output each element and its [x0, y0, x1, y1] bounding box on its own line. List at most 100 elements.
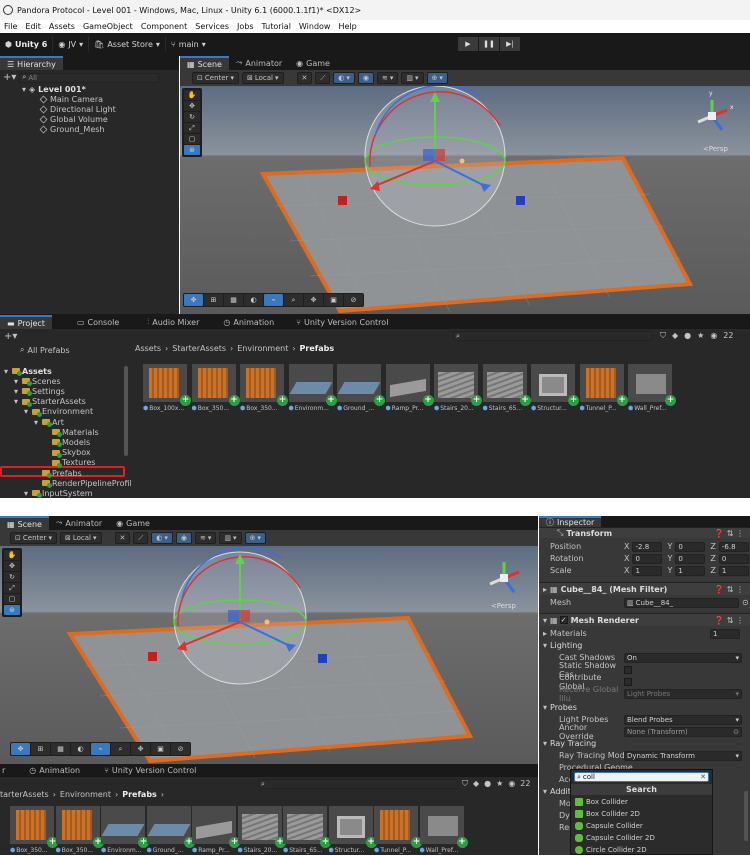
- scale-z-field[interactable]: 1: [718, 565, 749, 576]
- hierarchy-item-main-camera[interactable]: Main Camera: [39, 94, 103, 104]
- cast-shadows-dropdown[interactable]: On ▾: [624, 652, 742, 663]
- asset-tile[interactable]: + ⬢ Tunnel_P...: [579, 364, 628, 412]
- add-icon[interactable]: +▾: [3, 72, 16, 83]
- folder-tree-item[interactable]: Skybox: [44, 448, 91, 458]
- position-y-field[interactable]: 0: [675, 541, 706, 552]
- filter-type-icon[interactable]: ⛉: [462, 779, 468, 789]
- menu-file[interactable]: File: [4, 22, 17, 31]
- asset-tile[interactable]: + ⬢ Box_100x...: [143, 364, 191, 412]
- transform-tool-button[interactable]: ⊛: [184, 145, 200, 155]
- effects-dropdown[interactable]: ▥ ▾: [401, 72, 424, 84]
- hierarchy-scene-row[interactable]: ▾ ◈ Level 001*: [22, 84, 86, 94]
- visibility-icon[interactable]: ◉: [508, 779, 515, 789]
- tab-project[interactable]: ▬ Project: [0, 315, 52, 329]
- folder-tree-item[interactable]: Materials: [44, 427, 99, 438]
- folder-tree-item[interactable]: ▾ Art: [34, 417, 64, 427]
- breadcrumb-prefabs[interactable]: Prefabs: [300, 344, 335, 353]
- layers-dropdown-2[interactable]: ≋ ▾: [195, 532, 217, 544]
- overlay-pattern-button[interactable]: ▦: [224, 294, 243, 306]
- rotation-y-field[interactable]: 0: [675, 553, 706, 564]
- space-dropdown[interactable]: ⊠ Local ▾: [241, 72, 284, 84]
- asset-tile[interactable]: + ⬢ Wall_Pref...: [419, 806, 468, 854]
- scale-tool-button-2[interactable]: ⤢: [4, 583, 20, 593]
- hand-tool-button[interactable]: ✋: [184, 90, 200, 100]
- asset-tile[interactable]: + ⬢ Ramp_Pr...: [192, 806, 240, 854]
- asset-tile[interactable]: + ⬢ Box_350...: [10, 806, 58, 854]
- project-add-button[interactable]: +▾: [4, 331, 17, 342]
- overlay-pattern-button-2[interactable]: ▦: [51, 743, 70, 755]
- asset-tile[interactable]: + ⬢ Box_350...: [191, 364, 240, 412]
- component-box-collider-2d[interactable]: Box Collider 2D: [575, 808, 640, 820]
- draw-mode-dropdown[interactable]: ◐ ▾: [333, 72, 355, 84]
- mesh-renderer-header[interactable]: ▾ ▦ ✓ Mesh Renderer ❓ ⇅ ⋮: [539, 613, 750, 626]
- tab-hierarchy[interactable]: ☰ Hierarchy: [0, 56, 63, 70]
- component-capsule-collider[interactable]: Capsule Collider: [575, 820, 643, 832]
- asset-tile[interactable]: + ⬢ Environm...: [288, 364, 337, 412]
- orientation-gizmo-2[interactable]: [484, 558, 524, 598]
- rotate-tool-button[interactable]: ↻: [184, 112, 200, 122]
- info-icon[interactable]: ●: [684, 331, 691, 341]
- play-button[interactable]: ▶: [458, 37, 478, 51]
- asset-tile[interactable]: + ⬢ Ground_...: [337, 364, 385, 412]
- hand-tool-button-2[interactable]: ✋: [4, 550, 20, 560]
- transform-header[interactable]: ⤡ Transform ❓ ⇅ ⋮: [539, 527, 750, 538]
- overlay-move2-button-2[interactable]: ✥: [131, 743, 150, 755]
- overlay-search-button-2[interactable]: ⌕: [111, 743, 130, 755]
- menu-gameobject[interactable]: GameObject: [83, 22, 133, 31]
- visibility-toggle[interactable]: ◉: [357, 72, 375, 84]
- move-tool-button-2[interactable]: ✥: [4, 561, 20, 571]
- filter-type-icon[interactable]: ⛉: [660, 331, 666, 341]
- asset-tile[interactable]: + ⬢ Stairs_65...: [482, 364, 531, 412]
- position-z-field[interactable]: -6.8: [718, 541, 749, 552]
- overlay-brush-button[interactable]: ⌁: [264, 294, 283, 306]
- clear-icon[interactable]: ✕: [700, 773, 706, 781]
- folder-tree-item[interactable]: Prefabs: [34, 468, 82, 478]
- project-search-input-2[interactable]: ⌕: [258, 779, 458, 789]
- tab-inspector[interactable]: ⓘ Inspector: [539, 516, 602, 527]
- light-probes-dropdown[interactable]: Blend Probes ▾: [624, 714, 742, 725]
- tab-game-2[interactable]: ◉ Game: [109, 516, 157, 530]
- anchor-override-field[interactable]: None (Transform) ⊙: [624, 726, 742, 737]
- menu-assets[interactable]: Assets: [49, 22, 75, 31]
- tab-audio-mixer[interactable]: ⫶ Audio Mixer: [140, 315, 206, 329]
- project-search-input[interactable]: ⌕: [453, 331, 653, 341]
- ray-tracing-mode-dropdown[interactable]: Dynamic Transform ▾: [624, 750, 742, 761]
- asset-tile[interactable]: + ⬢ Environm...: [101, 806, 149, 854]
- visibility-toggle-2[interactable]: ◉: [175, 532, 193, 544]
- rotation-x-field[interactable]: 0: [632, 553, 663, 564]
- overlay-settings-button-2[interactable]: ⊘: [171, 743, 190, 755]
- tree-scrollbar[interactable]: [124, 366, 128, 456]
- folder-tree-item[interactable]: RenderPipelineProfil: [34, 478, 132, 489]
- materials-row[interactable]: ▸ Materials 1: [539, 628, 750, 639]
- scene-viewport[interactable]: ✋ ✥ ↻ ⤢ ▢ ⊛ y x <Persp ✥ ⊞ ▦ ◐ ⌁ ⌕ ✥ ▣ ⊘: [180, 86, 750, 314]
- tab-version-control-2[interactable]: ⑂ Unity Version Control: [97, 763, 203, 777]
- folder-tree-item[interactable]: Textures: [44, 458, 95, 468]
- asset-tile[interactable]: + ⬢ Stairs_20...: [434, 364, 482, 412]
- space-dropdown-2[interactable]: ⊠ Local ▾: [59, 532, 102, 544]
- tab-animation[interactable]: ◷ Animation: [216, 315, 281, 329]
- hierarchy-search-input[interactable]: ⌕ All: [19, 72, 160, 83]
- folder-tree-item[interactable]: ▾ Environment: [24, 407, 93, 417]
- rotation-z-field[interactable]: 0: [718, 553, 749, 564]
- grid-snap-button[interactable]: ✕: [296, 72, 313, 84]
- overlay-grid-button[interactable]: ⊞: [204, 294, 223, 306]
- tab-truncated[interactable]: r: [0, 763, 12, 777]
- overlay-settings-button[interactable]: ⊘: [344, 294, 363, 306]
- visibility-icon[interactable]: ◉: [710, 331, 717, 341]
- grid-snap-button-2[interactable]: ✕: [114, 532, 131, 544]
- overlay-shading-button[interactable]: ◐: [244, 294, 263, 306]
- hierarchy-item-global-volume[interactable]: Global Volume: [39, 114, 108, 124]
- menu-jobs[interactable]: Jobs: [237, 22, 254, 31]
- breadcrumb-assets[interactable]: Assets: [135, 344, 161, 353]
- menu-tutorial[interactable]: Tutorial: [262, 22, 291, 31]
- transform-tool-button-2[interactable]: ⊛: [4, 605, 20, 615]
- gizmos-dropdown-2[interactable]: ⊕ ▾: [244, 532, 266, 544]
- menu-edit[interactable]: Edit: [25, 22, 41, 31]
- folder-tree-item[interactable]: Models: [44, 437, 90, 448]
- contribute-gi-checkbox[interactable]: [624, 677, 632, 686]
- rect-tool-button[interactable]: ▢: [184, 134, 200, 144]
- projection-label[interactable]: <Persp: [703, 145, 728, 153]
- lighting-foldout[interactable]: ▾ Lighting: [539, 640, 750, 651]
- scale-tool-button[interactable]: ⤢: [184, 123, 200, 133]
- tab-scene[interactable]: ▦ Scene: [180, 56, 229, 70]
